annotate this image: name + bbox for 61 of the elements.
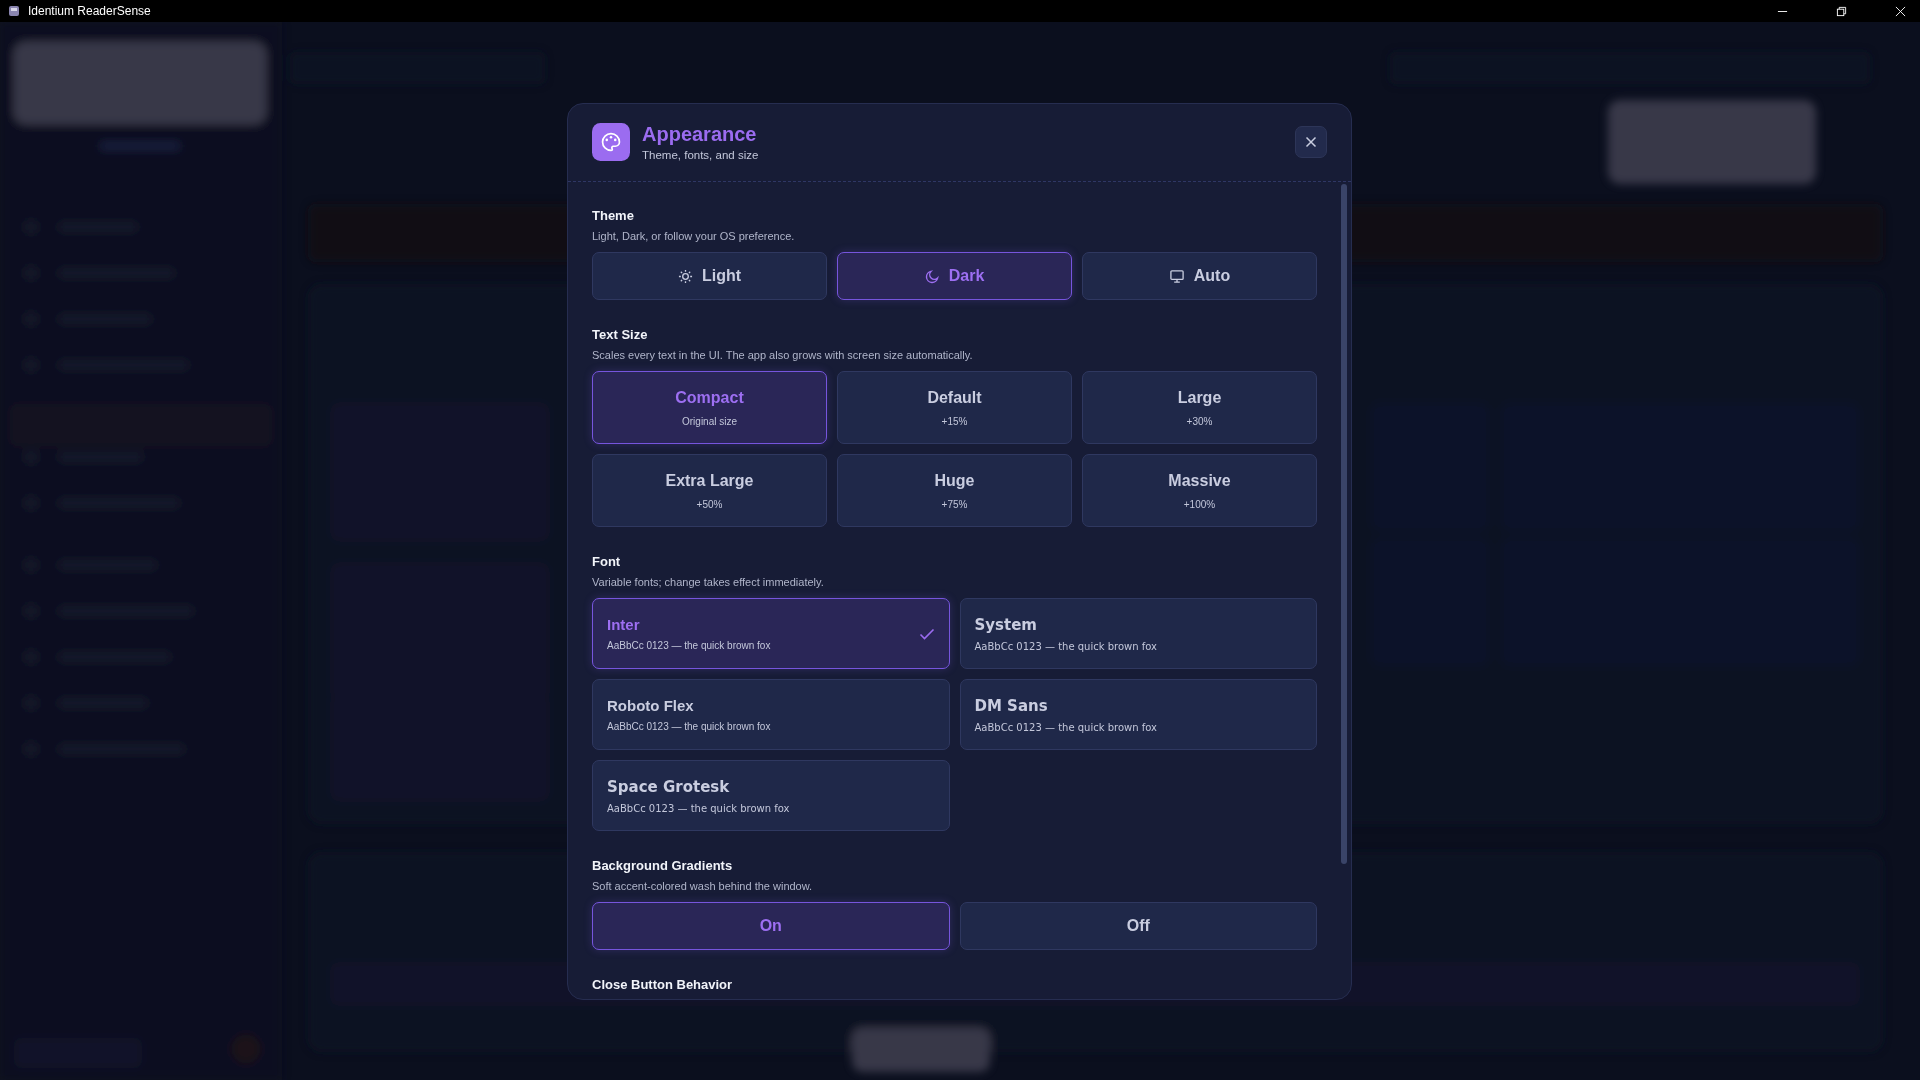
theme-option[interactable]: Light [592, 252, 827, 300]
font-sample: AaBbCc 0123 — the quick brown fox [607, 640, 772, 651]
font-option[interactable]: Roboto Flex AaBbCc 0123 — the quick brown fox [592, 679, 950, 750]
window-title: Identium ReaderSense [28, 4, 151, 18]
scrollbar-thumb[interactable] [1341, 184, 1347, 864]
font-name: DM Sans [974, 696, 1049, 715]
close-icon [1305, 136, 1317, 148]
font-name: Inter [607, 616, 641, 633]
close-icon[interactable] [1895, 5, 1906, 17]
app-icon [8, 5, 20, 17]
section-heading: Close Button Behavior [592, 977, 734, 992]
monitor-icon [1168, 268, 1185, 284]
option-label: Massive [1168, 471, 1231, 490]
checkmark-icon [918, 627, 935, 640]
section-heading: Background Gradients [592, 858, 734, 873]
option-label: Compact [675, 388, 744, 407]
option-note: +15% [941, 415, 968, 427]
font-name: System [974, 615, 1038, 634]
toggle-option[interactable]: On [592, 902, 950, 950]
moon-icon [924, 268, 940, 284]
dialog-subtitle: Theme, fonts, and size [642, 149, 760, 161]
dialog-title: Appearance [642, 123, 758, 146]
toggle-option[interactable]: Off [959, 902, 1317, 950]
text-size-option[interactable]: Default +15% [837, 371, 1072, 444]
font-option[interactable]: Space Grotesk AaBbCc 0123 — the quick brown fox [592, 760, 950, 831]
theme-option[interactable]: Dark [837, 252, 1072, 300]
option-label: Extra Large [665, 471, 754, 490]
option-note: Original size [682, 415, 737, 427]
section-description: Light, Dark, or follow your OS preference. [592, 230, 796, 242]
section-description: Scales every text in the UI. The app also grows with screen size automatically. [592, 349, 974, 361]
section-heading: Theme [592, 208, 635, 223]
close-button[interactable] [1295, 126, 1327, 158]
theme-option[interactable]: Auto [1082, 252, 1317, 300]
font-option[interactable]: DM Sans AaBbCc 0123 — the quick brown fox [959, 679, 1317, 750]
option-label: Default [927, 388, 982, 407]
font-option[interactable]: System AaBbCc 0123 — the quick brown fox [959, 598, 1317, 669]
text-size-option[interactable]: Compact Original size [592, 371, 827, 444]
text-size-option[interactable]: Huge +75% [837, 454, 1072, 527]
font-sample: AaBbCc 0123 — the quick brown fox [974, 640, 1158, 652]
option-label: Huge [934, 471, 975, 490]
text-size-option[interactable]: Extra Large +50% [592, 454, 827, 527]
restore-icon[interactable] [1836, 5, 1847, 17]
option-note: +100% [1183, 498, 1216, 510]
text-size-option[interactable]: Massive +100% [1082, 454, 1317, 527]
font-sample: AaBbCc 0123 — the quick brown fox [974, 721, 1158, 733]
font-sample: AaBbCc 0123 — the quick brown fox [607, 802, 791, 814]
font-name: Space Grotesk [607, 777, 731, 796]
palette-icon [592, 123, 630, 161]
sun-icon [677, 268, 693, 284]
font-sample: AaBbCc 0123 — the quick brown fox [607, 721, 772, 732]
option-label: Large [1177, 388, 1222, 407]
section-heading: Font [592, 554, 622, 569]
section-description: Soft accent-colored wash behind the window. [592, 880, 814, 892]
font-option[interactable]: Inter AaBbCc 0123 — the quick brown fox [592, 598, 950, 669]
option-note: +50% [696, 498, 723, 510]
text-size-option[interactable]: Large +30% [1082, 371, 1317, 444]
option-note: +30% [1186, 415, 1213, 427]
section-description: Variable fonts; change takes effect immediately. [592, 576, 825, 588]
section-heading: Text Size [592, 327, 649, 342]
option-note: +75% [941, 498, 968, 510]
font-name: Roboto Flex [607, 697, 695, 714]
